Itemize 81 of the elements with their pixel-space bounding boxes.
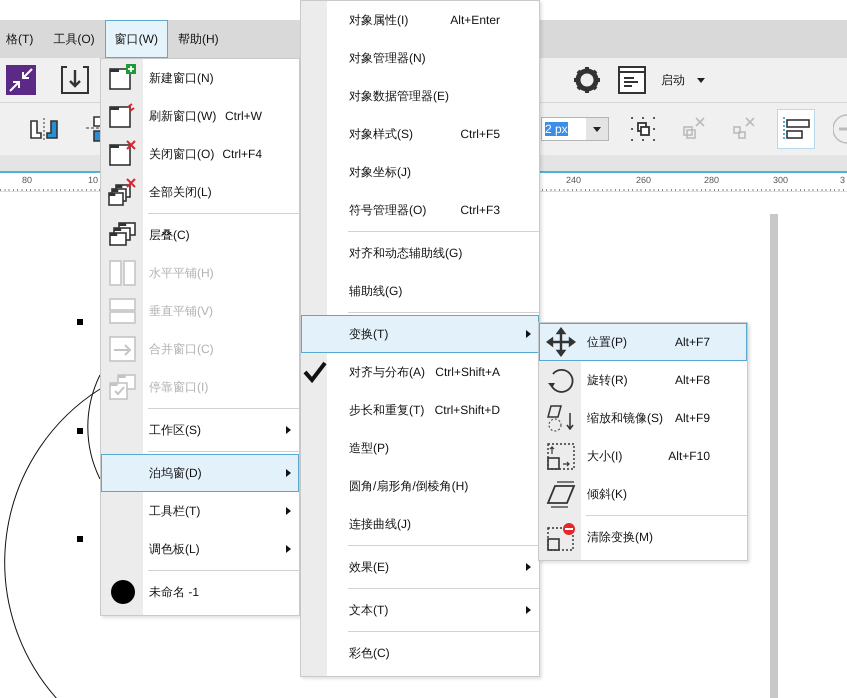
menu-item[interactable]: 步长和重复(T) Ctrl+Shift+D (301, 391, 539, 429)
mirror-icon (29, 117, 59, 141)
columns-icon (108, 258, 138, 288)
menu-item[interactable]: 清除变换(M) (539, 518, 747, 556)
ruler-number: 280 (704, 175, 720, 185)
move-arrows-icon (545, 327, 577, 357)
ruler-number: 3 (840, 175, 846, 185)
menu-item[interactable]: 符号管理器(O) Ctrl+F3 (301, 191, 539, 229)
caret-icon (593, 126, 601, 132)
menu-item[interactable]: 大小(I) Alt+F10 (539, 437, 747, 475)
window-x-icon (108, 139, 138, 169)
menu-item[interactable]: 彩色(C) (301, 634, 539, 672)
skew-icon (545, 479, 577, 509)
menu-bar-item[interactable]: 格(T) (0, 20, 44, 58)
menu-item[interactable]: 对象数据管理器(E) (301, 77, 539, 115)
menu-item[interactable]: 层叠(C) (101, 216, 299, 254)
menu-item[interactable]: 造型(P) (301, 429, 539, 467)
menu-item[interactable]: 缩放和镜像(S) Alt+F9 (539, 399, 747, 437)
stacked-windows-x-icon (108, 177, 138, 207)
shrink-arrows-icon (6, 65, 36, 95)
menu-item[interactable]: 全部关闭(L) (101, 173, 299, 211)
menu-item[interactable]: 对象样式(S) Ctrl+F5 (301, 115, 539, 153)
shortcut-text: Ctrl+Shift+D (434, 403, 501, 417)
window-plus-icon (108, 63, 138, 93)
shortcut-text: Alt+F9 (674, 411, 711, 425)
menu-item[interactable]: 工作区(S) (101, 411, 299, 449)
checkmark-icon (303, 361, 327, 383)
workspace-label: 启动 (661, 72, 685, 88)
rows-icon (108, 296, 138, 326)
shortcut-text: Alt+F10 (667, 449, 711, 463)
selection-handle[interactable] (77, 319, 83, 325)
menu-item[interactable]: 调色板(L) (101, 530, 299, 568)
caret-icon[interactable] (697, 78, 705, 82)
shortcut-text: Ctrl+F5 (459, 127, 501, 141)
settings-icon (573, 66, 601, 94)
menu-item[interactable]: 旋转(R) Alt+F8 (539, 361, 747, 399)
menu-item[interactable]: 文本(T) (301, 591, 539, 629)
download-icon (60, 65, 90, 95)
menu-item[interactable]: 对象管理器(N) (301, 39, 539, 77)
menu-item[interactable]: 连接曲线(J) (301, 505, 539, 543)
menu-item[interactable]: 对象属性(I) Alt+Enter (301, 1, 539, 39)
menu-item[interactable]: 对齐与分布(A) Ctrl+Shift+A (301, 353, 539, 391)
menu-item[interactable]: 关闭窗口(O) Ctrl+F4 (101, 135, 299, 173)
shortcut-text: Ctrl+W (224, 109, 263, 123)
menu-item[interactable]: 刷新窗口(W) Ctrl+W (101, 97, 299, 135)
window-icon (618, 66, 646, 94)
circle-icon (110, 579, 136, 605)
window-check-icon (108, 372, 138, 402)
ruler-number: 240 (566, 175, 582, 185)
menu-item[interactable]: 新建窗口(N) (101, 59, 299, 97)
shortcut-text: Ctrl+Shift+A (434, 365, 501, 379)
circle-icon (833, 114, 847, 144)
menu-item[interactable]: 对象坐标(J) (301, 153, 539, 191)
menu-bar-item[interactable]: 窗口(W) (104, 20, 168, 58)
ruler-number: 300 (773, 175, 788, 185)
ruler-number: 10 (88, 175, 98, 185)
ruler-number: 260 (636, 175, 652, 185)
shortcut-text: Ctrl+F3 (459, 203, 501, 217)
ruler-number: 80 (22, 175, 32, 185)
group-icon (629, 115, 657, 143)
selection-handle[interactable] (77, 536, 83, 542)
selection-handle[interactable] (77, 428, 83, 434)
menu-item[interactable]: 位置(P) Alt+F7 (539, 323, 747, 361)
shortcut-text: Alt+F7 (674, 335, 711, 349)
menu-item[interactable]: 倾斜(K) (539, 475, 747, 513)
menu-item[interactable]: 圆角/扇形角/倒棱角(H) (301, 467, 539, 505)
menu-item[interactable]: 工具栏(T) (101, 492, 299, 530)
shortcut-text: Ctrl+F4 (221, 147, 264, 161)
menu-item[interactable]: 泊坞窗(D) (101, 454, 299, 492)
menu-bar-item[interactable]: 工具(O) (43, 20, 105, 58)
shortcut-text: Alt+Enter (449, 13, 501, 27)
align-objects-icon (781, 116, 811, 142)
menu-item[interactable]: 辅助线(G) (301, 272, 539, 310)
menu-item[interactable]: 对齐和动态辅助线(G) (301, 234, 539, 272)
shortcut-text: Alt+F8 (674, 373, 711, 387)
clear-icon (545, 522, 577, 552)
menu-item[interactable]: 变换(T) (301, 315, 539, 353)
menu-item[interactable]: 效果(E) (301, 548, 539, 586)
menu-bar-item[interactable]: 帮助(H) (168, 20, 229, 58)
resize-icon (545, 441, 577, 471)
menu-item[interactable]: 未命名 -1 (101, 573, 299, 611)
